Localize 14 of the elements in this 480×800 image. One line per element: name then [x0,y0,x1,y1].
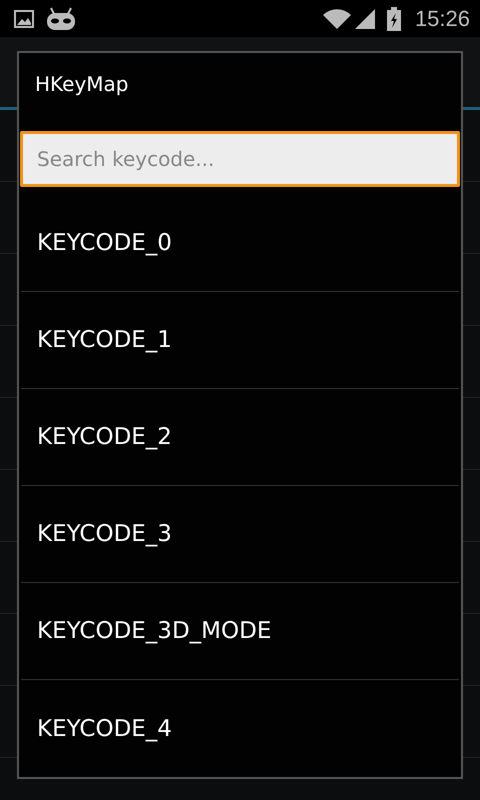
robot-head-icon [46,6,76,30]
list-item[interactable]: KEYCODE_1 [21,292,459,389]
wifi-icon [322,8,351,28]
image-icon [14,10,34,28]
battery-charging-icon [386,6,401,30]
signal-icon [354,8,375,28]
list-item[interactable]: KEYCODE_2 [21,389,459,486]
clock: 15:26 [414,6,470,32]
list-item[interactable]: KEYCODE_3D_MODE [21,583,459,680]
search-field[interactable]: Search keycode... [20,130,460,187]
list-item[interactable]: KEYCODE_0 [21,195,459,292]
dialog-title: HKeyMap [34,71,130,98]
list-item[interactable]: KEYCODE_4 [21,680,459,777]
list-item[interactable]: KEYCODE_3 [21,486,459,583]
